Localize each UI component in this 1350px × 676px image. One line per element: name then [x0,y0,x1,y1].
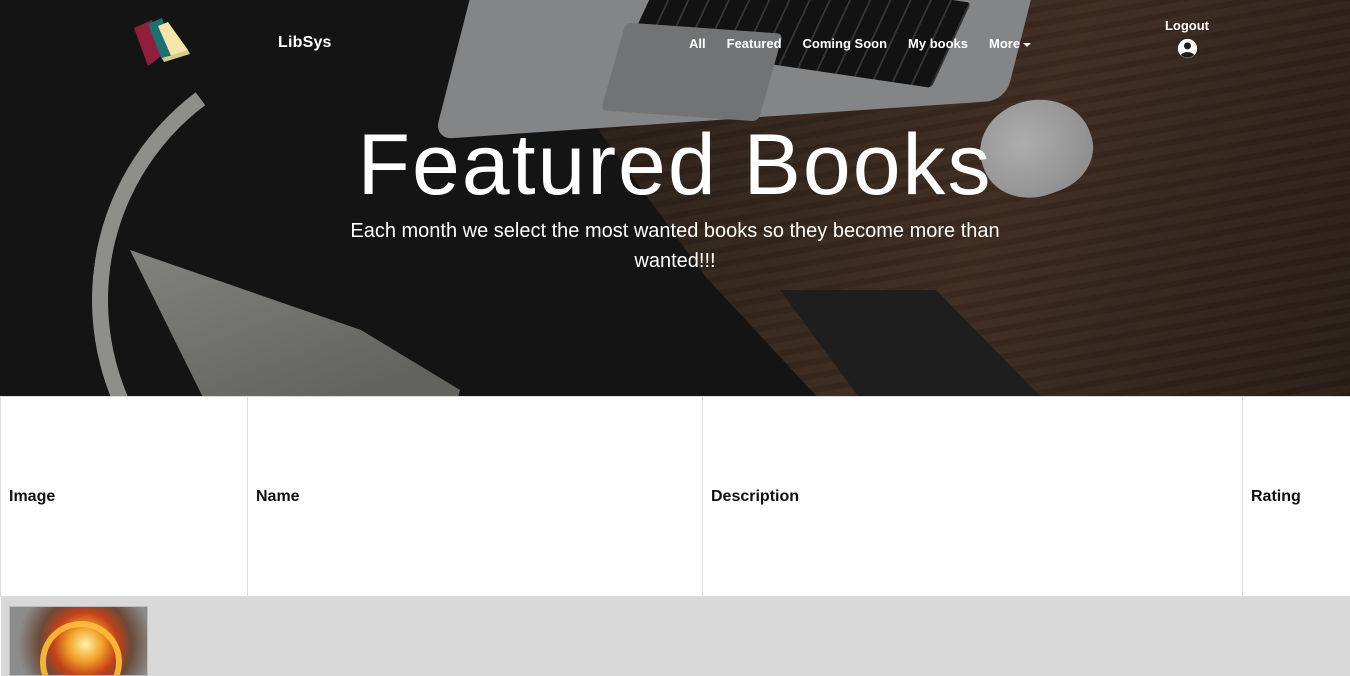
nav-dropdown-more-label: More [989,36,1020,51]
nav-link-all[interactable]: All [689,36,706,51]
nav-link-coming-soon[interactable]: Coming Soon [803,36,888,51]
column-header-rating: Rating [1243,397,1350,597]
nav-dropdown-more[interactable]: More [989,36,1031,51]
book-cover-image[interactable] [9,606,148,676]
caret-down-icon [1023,43,1031,47]
books-logo-icon[interactable] [128,14,192,70]
nav-link-featured[interactable]: Featured [727,36,782,51]
cell-description [703,597,1243,676]
page-title: Featured Books [0,122,1350,208]
cell-rating [1243,597,1350,676]
cell-name [248,597,703,676]
table-header-row: Image Name Description Rating [1,397,1350,597]
page-subtitle: Each month we select the most wanted boo… [320,216,1030,276]
hero-banner: LibSys All Featured Coming Soon My books… [0,0,1350,396]
books-table: Image Name Description Rating [0,396,1350,676]
user-circle-icon[interactable] [1177,38,1198,59]
table-row[interactable] [1,597,1350,676]
brand-link[interactable]: LibSys [278,34,332,52]
column-header-name: Name [248,397,703,597]
main-nav: All Featured Coming Soon My books More [689,36,1052,51]
column-header-image: Image [1,397,248,597]
nav-link-my-books[interactable]: My books [908,36,968,51]
cell-image [1,597,248,676]
column-header-description: Description [703,397,1243,597]
logout-area: Logout [1163,18,1211,64]
logout-link[interactable]: Logout [1163,18,1211,33]
